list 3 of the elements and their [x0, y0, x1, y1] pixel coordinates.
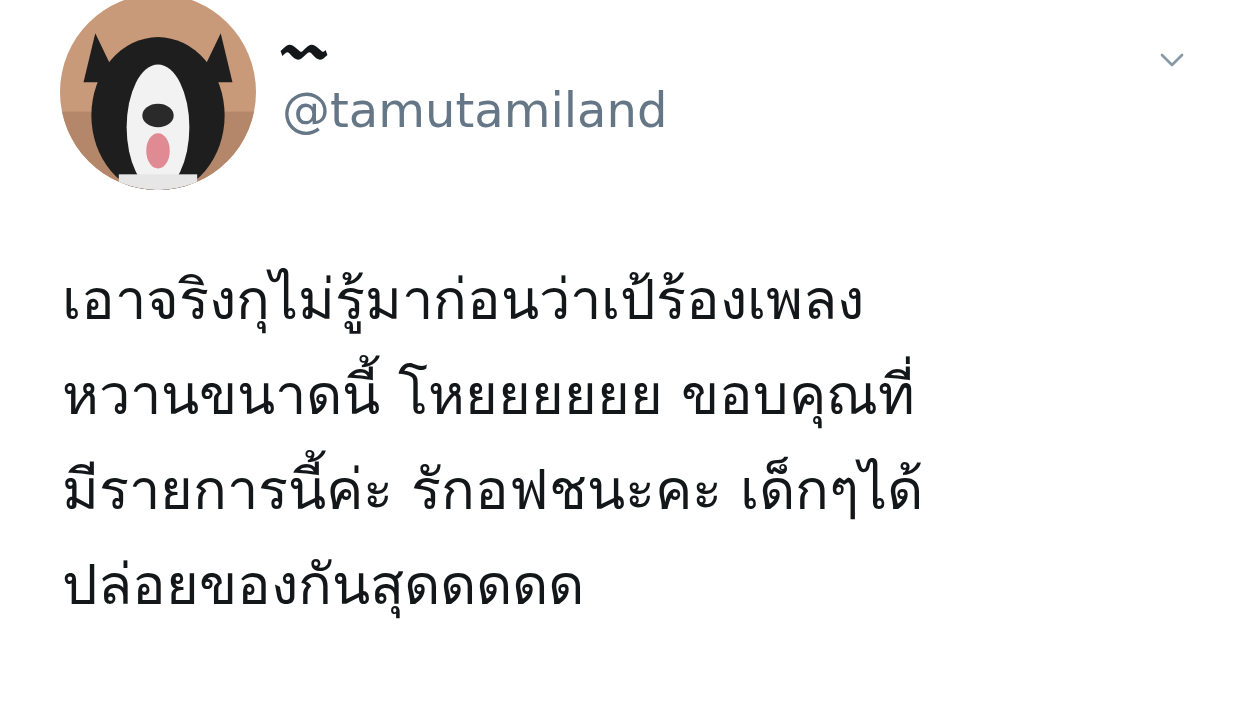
- user-handle: @tamutamiland: [282, 81, 669, 140]
- display-name: 〰: [282, 23, 326, 77]
- tweet-text: เอาจริงกุไม่รู้มาก่อนว่าเป้ร้องเพลง หวานขนาดนี้ โหยยยยยย ขอบคุณที่ มีรายการนี้ค่ะ รักอฟชนะคะ เด็กๆได้ ปล่อยของกันสุดดดดด: [61, 266, 924, 621]
